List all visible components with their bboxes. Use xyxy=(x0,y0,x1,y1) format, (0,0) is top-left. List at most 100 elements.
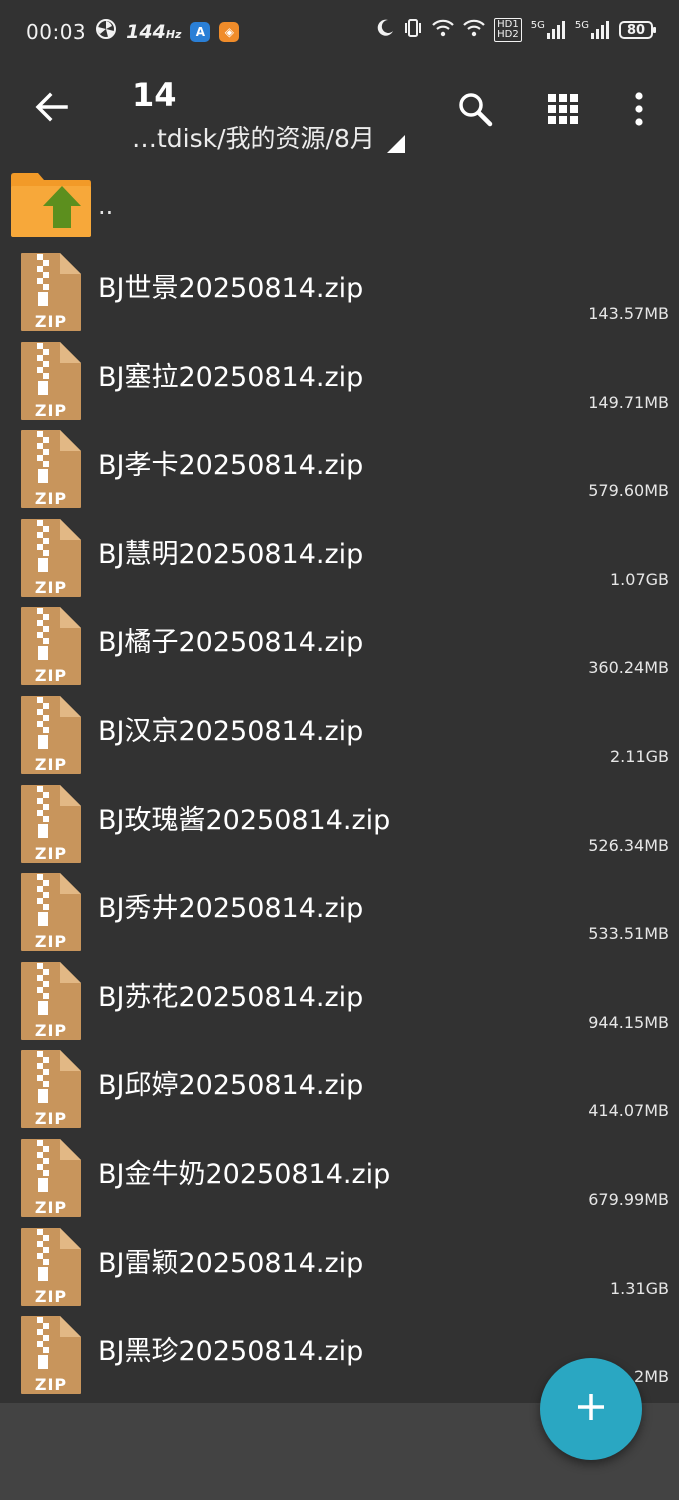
file-name: BJ塞拉20250814.zip xyxy=(98,361,364,393)
file-size: 1.07GB xyxy=(610,569,669,589)
zip-file-icon: ZIP xyxy=(20,429,82,509)
file-size: 526.34MB xyxy=(588,835,669,855)
status-bar: 00:03 144Hz A ◈ HD1 HD2 5G 5G 80 xyxy=(0,0,679,64)
file-row[interactable]: ZIP BJ苏花20250814.zip 944.15MB xyxy=(0,953,679,1042)
arrow-left-icon xyxy=(34,92,68,126)
wifi-icon xyxy=(432,19,454,41)
file-row[interactable]: ZIP BJ世景20250814.zip 143.57MB xyxy=(0,244,679,333)
file-row[interactable]: ZIP BJ金牛奶20250814.zip 679.99MB xyxy=(0,1130,679,1219)
grid-view-icon xyxy=(547,93,579,129)
status-bar-right: HD1 HD2 5G 5G 80 xyxy=(376,18,656,42)
zip-file-icon: ZIP xyxy=(20,784,82,864)
back-button[interactable] xyxy=(28,86,74,132)
zip-label: ZIP xyxy=(35,1375,67,1394)
zip-label: ZIP xyxy=(35,1287,67,1306)
add-button[interactable] xyxy=(540,1358,642,1460)
file-row[interactable]: ZIP BJ橘子20250814.zip 360.24MB xyxy=(0,598,679,687)
zip-label: ZIP xyxy=(35,932,67,951)
file-name: BJ黑珍20250814.zip xyxy=(98,1336,364,1368)
moon-icon xyxy=(376,19,394,41)
folder-up-icon xyxy=(10,172,92,242)
plus-icon xyxy=(574,1390,608,1428)
file-size: 944.15MB xyxy=(588,1012,669,1032)
parent-folder-row[interactable]: .. xyxy=(0,166,679,244)
more-options-button[interactable] xyxy=(614,86,664,136)
file-size: 533.51MB xyxy=(588,924,669,944)
file-name: BJ苏花20250814.zip xyxy=(98,981,364,1013)
toolbar: 14 …tdisk/我的资源/8月 xyxy=(0,64,679,160)
zip-file-icon: ZIP xyxy=(20,606,82,686)
zip-file-icon: ZIP xyxy=(20,518,82,598)
app-badge-icon: A xyxy=(190,21,211,42)
zip-file-icon: ZIP xyxy=(20,1227,82,1307)
file-name: BJ雷颖20250814.zip xyxy=(98,1247,364,1279)
file-row[interactable]: ZIP BJ秀井20250814.zip 533.51MB xyxy=(0,864,679,953)
zip-label: ZIP xyxy=(35,312,67,331)
file-name: BJ金牛奶20250814.zip xyxy=(98,1158,391,1190)
file-size: 1.31GB xyxy=(610,1278,669,1298)
zip-file-icon: ZIP xyxy=(20,872,82,952)
file-size: 679.99MB xyxy=(588,1189,669,1209)
zip-label: ZIP xyxy=(35,489,67,508)
network-type: 5G xyxy=(530,20,545,31)
zip-file-icon: ZIP xyxy=(20,252,82,332)
file-name: BJ玫瑰酱20250814.zip xyxy=(98,804,391,836)
battery-icon: 80 xyxy=(619,21,656,39)
file-name: BJ慧明20250814.zip xyxy=(98,538,364,570)
status-time: 00:03 xyxy=(26,19,87,44)
file-size: 2.11GB xyxy=(610,746,669,766)
zip-label: ZIP xyxy=(35,1021,67,1040)
page-title: 14 xyxy=(132,76,177,114)
more-vertical-icon xyxy=(634,92,644,130)
breadcrumb-path[interactable]: …tdisk/我的资源/8月 xyxy=(132,119,405,155)
file-row[interactable]: ZIP BJ慧明20250814.zip 1.07GB xyxy=(0,510,679,599)
zip-file-icon: ZIP xyxy=(20,1049,82,1129)
zip-file-icon: ZIP xyxy=(20,1138,82,1218)
file-name: BJ世景20250814.zip xyxy=(98,273,364,304)
zip-file-icon: ZIP xyxy=(20,961,82,1041)
file-size: 149.71MB xyxy=(588,392,669,412)
file-row[interactable]: ZIP BJ邱婷20250814.zip 414.07MB xyxy=(0,1041,679,1130)
dropdown-triangle-icon xyxy=(386,135,405,153)
zip-label: ZIP xyxy=(35,666,67,685)
file-row[interactable]: ZIP BJ玫瑰酱20250814.zip 526.34MB xyxy=(0,776,679,865)
file-size: 2MB xyxy=(634,1367,669,1387)
file-list: .. ZIP BJ世景20250814.zip 143.57MB ZIP BJ塞拉202… xyxy=(0,166,679,1396)
file-size: 143.57MB xyxy=(588,304,669,323)
file-name: BJ橘子20250814.zip xyxy=(98,627,364,659)
file-size: 414.07MB xyxy=(588,1101,669,1121)
parent-folder-label: .. xyxy=(98,192,114,220)
file-row[interactable]: ZIP BJ塞拉20250814.zip 149.71MB xyxy=(0,333,679,422)
file-row[interactable]: ZIP BJ孝卡20250814.zip 579.60MB xyxy=(0,421,679,510)
zip-file-icon: ZIP xyxy=(20,1315,82,1395)
file-row[interactable]: ZIP BJ汉京20250814.zip 2.11GB xyxy=(0,687,679,776)
wifi-icon-2 xyxy=(463,19,485,41)
signal-icon: 5G xyxy=(531,21,566,39)
file-name: BJ汉京20250814.zip xyxy=(98,715,364,747)
zip-label: ZIP xyxy=(35,755,67,774)
zip-file-icon: ZIP xyxy=(20,341,82,421)
file-size: 579.60MB xyxy=(588,481,669,501)
zip-label: ZIP xyxy=(35,578,67,597)
status-bar-left: 00:03 144Hz A ◈ xyxy=(26,18,240,45)
file-name: BJ邱婷20250814.zip xyxy=(98,1070,364,1102)
hd-indicator: HD1 HD2 xyxy=(494,18,522,42)
zip-label: ZIP xyxy=(35,401,67,420)
grid-view-button[interactable] xyxy=(538,86,588,136)
zip-label: ZIP xyxy=(35,1198,67,1217)
file-row[interactable]: ZIP BJ雷颖20250814.zip 1.31GB xyxy=(0,1219,679,1308)
breadcrumb-label: …tdisk/我的资源/8月 xyxy=(132,124,375,153)
network-type-2: 5G xyxy=(574,20,589,31)
file-size: 360.24MB xyxy=(588,658,669,678)
refresh-rate: 144Hz xyxy=(126,20,182,43)
zip-label: ZIP xyxy=(35,844,67,863)
file-name: BJ秀井20250814.zip xyxy=(98,893,364,925)
signal-icon-2: 5G xyxy=(575,21,610,39)
file-name: BJ孝卡20250814.zip xyxy=(98,450,364,482)
search-icon xyxy=(457,91,493,131)
search-button[interactable] xyxy=(450,86,500,136)
vibrate-icon xyxy=(403,18,423,42)
fan-icon xyxy=(95,18,117,45)
zip-label: ZIP xyxy=(35,1109,67,1128)
zip-file-icon: ZIP xyxy=(20,695,82,775)
